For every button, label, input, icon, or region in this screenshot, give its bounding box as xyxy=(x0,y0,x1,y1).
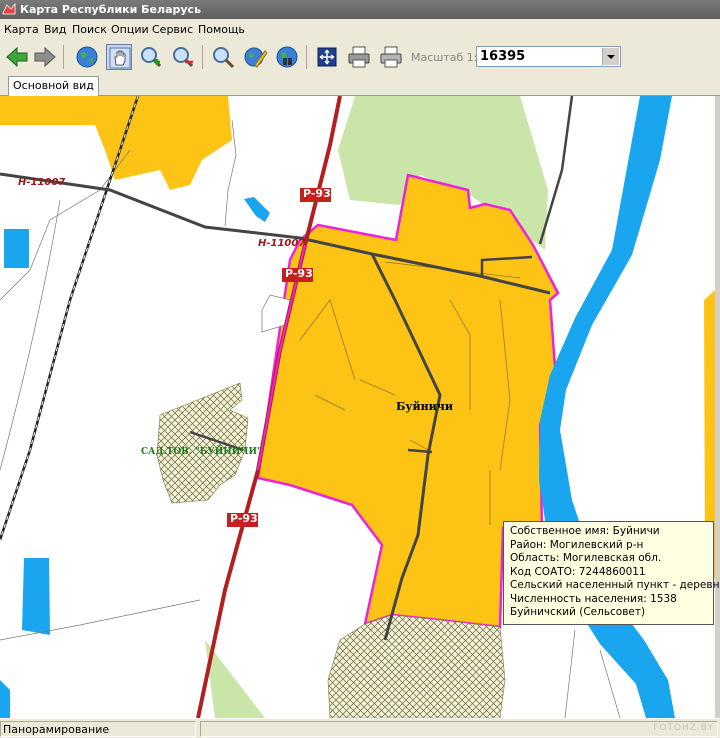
road-label-h11007-b: H-11007 xyxy=(258,238,306,249)
info-proper-name: Собственное имя: Буйничи xyxy=(510,525,660,537)
print-button[interactable] xyxy=(346,44,372,70)
road-label-p93-b: P-93 xyxy=(285,267,313,280)
globe-pencil-icon xyxy=(244,47,267,68)
road-label-p93-c: P-93 xyxy=(230,512,258,525)
search-button[interactable] xyxy=(210,44,236,70)
back-button[interactable] xyxy=(4,44,30,70)
scale-select[interactable]: 16395 xyxy=(476,46,621,67)
garden-area-south xyxy=(327,614,506,718)
menu-view[interactable]: Вид xyxy=(44,23,66,36)
info-region: Область: Могилевская обл. xyxy=(510,552,662,564)
menu-service[interactable]: Сервис xyxy=(152,23,193,36)
garden-area-west xyxy=(156,382,249,504)
info-council: Буйничский (Сельсовет) xyxy=(510,606,646,618)
info-soato-code: Код СОАТО: 7244860011 xyxy=(510,565,646,578)
zoom-out-icon xyxy=(173,47,194,68)
search-magnifier-icon xyxy=(213,47,235,69)
garden-label: САД.ТОВ. "БУЙНИЧИ" xyxy=(141,447,262,457)
menu-map[interactable]: Карта xyxy=(4,23,39,36)
watermark: FOTOHZ.BY xyxy=(653,723,714,733)
menu-help[interactable]: Помощь xyxy=(198,23,245,36)
pan-hand-icon xyxy=(109,47,131,69)
road-label-h11007-a: H-11007 xyxy=(18,177,66,188)
overview-button[interactable] xyxy=(274,44,300,70)
tab-main-view[interactable]: Основной вид xyxy=(8,76,99,96)
window-title: Карта Республики Беларусь xyxy=(20,3,202,16)
pond-south-edge xyxy=(0,680,10,718)
toolbar: Масштаб 1: 16395 xyxy=(0,39,720,75)
map-canvas[interactable]: P-93 P-93 P-93 H-11007 H-11007 Буйничи С… xyxy=(0,96,715,718)
river-dnieper xyxy=(539,96,675,718)
zoom-in-icon xyxy=(141,47,162,68)
status-mode: Панорамирование xyxy=(0,721,196,737)
settlement-label[interactable]: Буйничи xyxy=(396,400,453,413)
back-arrow-icon xyxy=(6,46,28,68)
pan-button[interactable] xyxy=(106,44,132,70)
extent-button[interactable] xyxy=(314,44,340,70)
print-preview-icon xyxy=(380,46,402,68)
map-splitter[interactable] xyxy=(715,96,720,718)
map-svg[interactable] xyxy=(0,96,715,718)
menu-bar: Карта Вид Поиск Опции Сервис Помощь xyxy=(0,19,720,39)
status-bar: Панорамирование FOTOHZ.BY xyxy=(0,718,720,738)
scale-dropdown-button[interactable] xyxy=(602,48,619,65)
edit-map-button[interactable] xyxy=(242,44,268,70)
pond-west xyxy=(4,229,29,268)
feature-info-tooltip: Собственное имя: Буйничи Район: Могилевс… xyxy=(503,521,720,625)
forward-arrow-icon xyxy=(34,46,56,68)
scale-label: Масштаб 1: xyxy=(411,51,478,64)
zoom-out-button[interactable] xyxy=(170,44,196,70)
pond-southwest xyxy=(22,558,50,635)
scale-value: 16395 xyxy=(480,49,526,64)
info-district: Район: Могилевский р-н xyxy=(510,538,644,551)
app-icon xyxy=(2,3,16,15)
extent-icon xyxy=(317,47,337,67)
chevron-down-icon xyxy=(607,55,615,59)
print-preview-button[interactable] xyxy=(378,44,404,70)
zoom-in-button[interactable] xyxy=(138,44,164,70)
pond-north xyxy=(244,197,270,222)
settlement-block-north xyxy=(0,96,232,190)
info-settlement-type: Сельский населенный пункт - деревня xyxy=(510,579,720,591)
forward-button[interactable] xyxy=(32,44,58,70)
menu-options[interactable]: Опции xyxy=(111,23,149,36)
title-bar: Карта Республики Беларусь xyxy=(0,0,720,19)
road-label-p93-a: P-93 xyxy=(303,187,331,200)
info-population: Численность населения: 1538 xyxy=(510,592,677,605)
full-extent-button[interactable] xyxy=(74,44,100,70)
globe-icon xyxy=(76,46,98,68)
menu-search[interactable]: Поиск xyxy=(72,23,107,36)
status-pane-secondary xyxy=(200,721,718,737)
globe-binoculars-icon xyxy=(276,46,298,68)
view-tabs: Основной вид xyxy=(0,75,720,96)
print-icon xyxy=(348,46,370,68)
